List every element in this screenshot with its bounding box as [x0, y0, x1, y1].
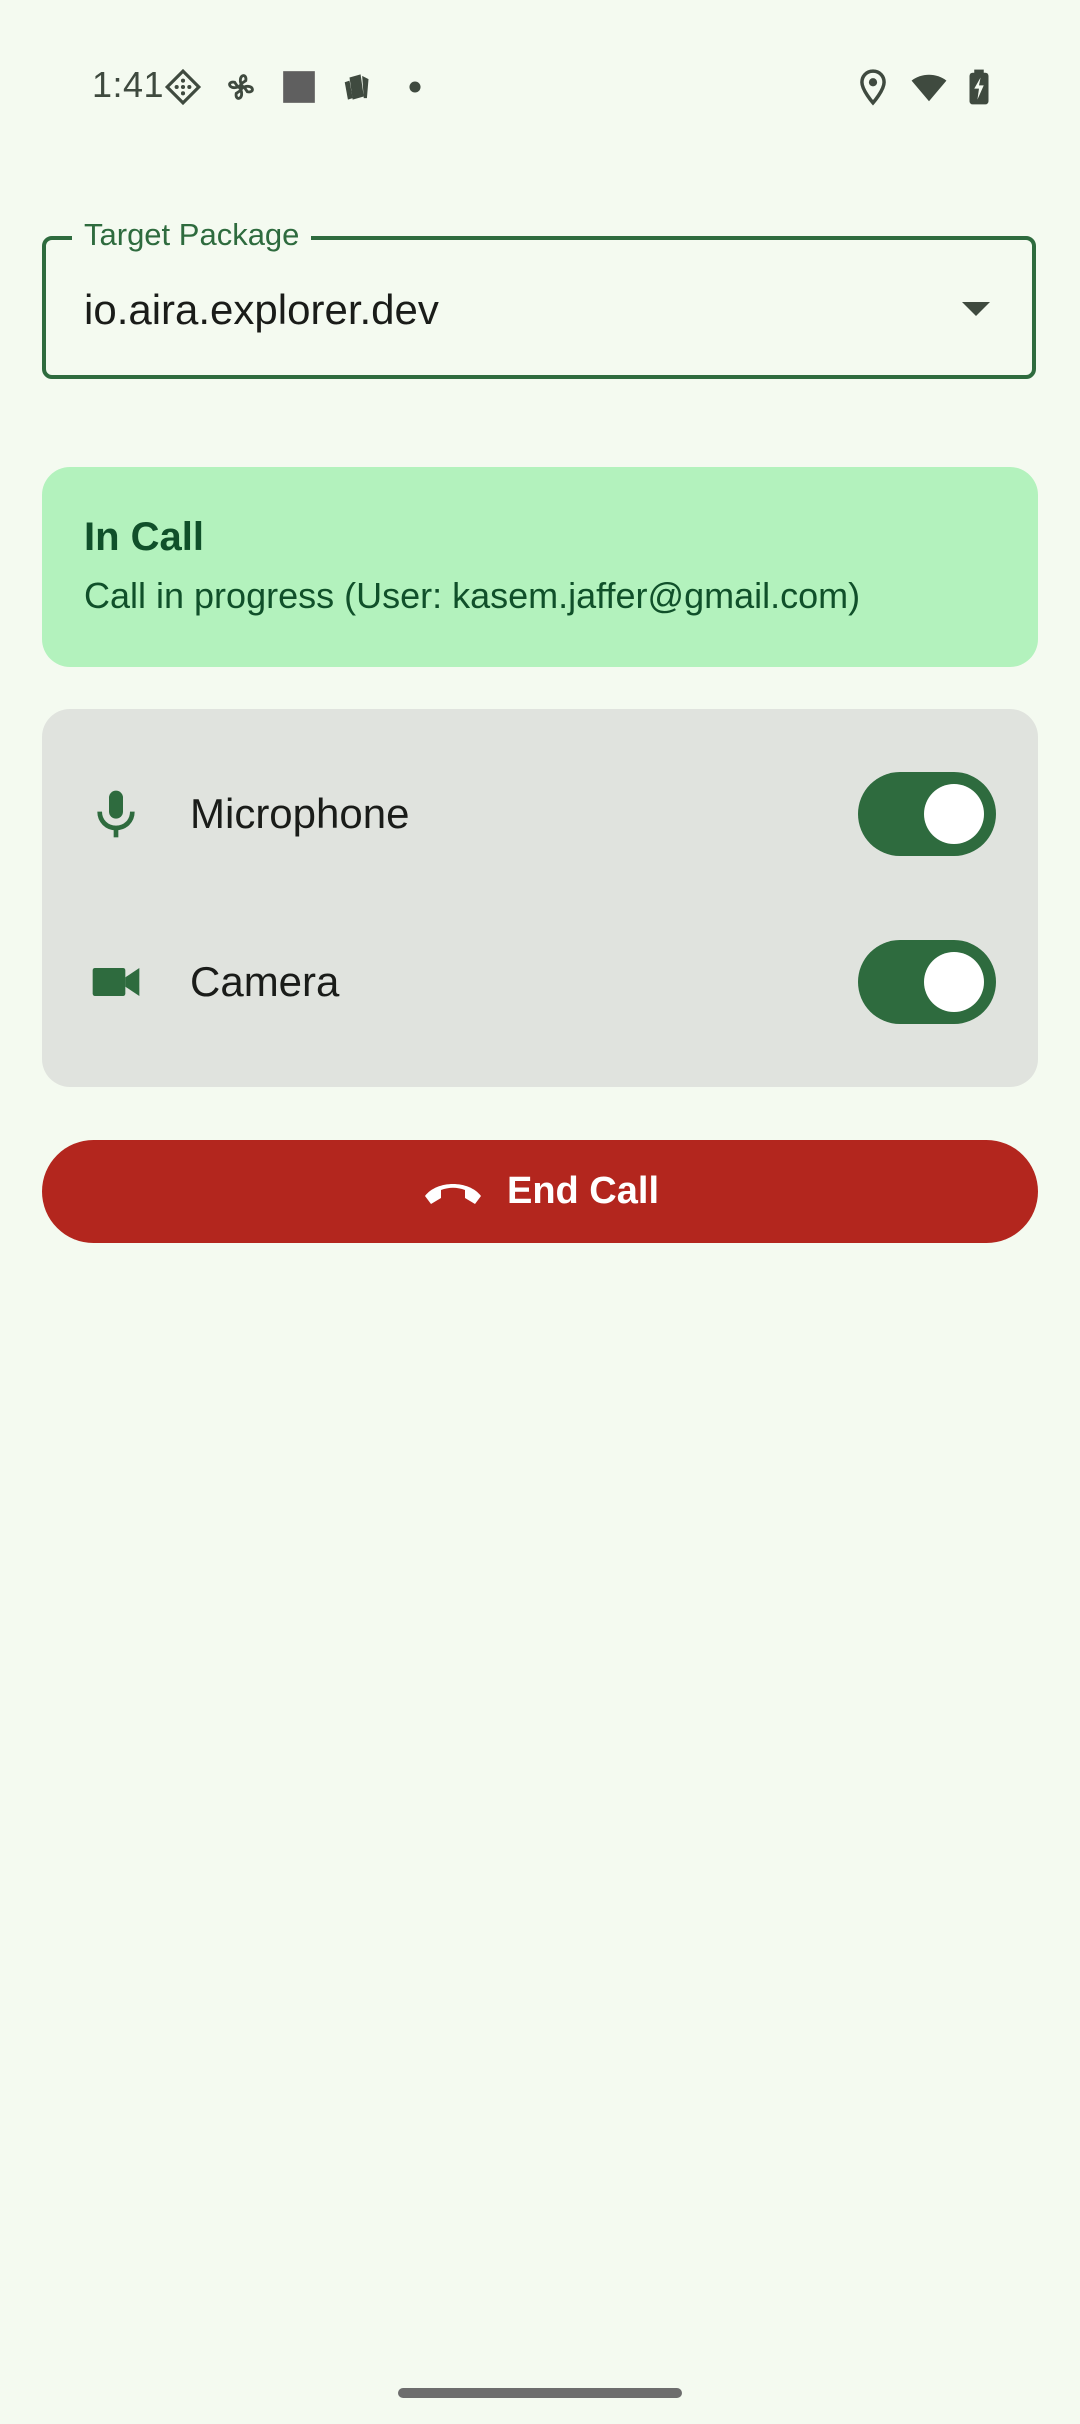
target-package-value[interactable]: io.aira.explorer.dev [84, 282, 439, 338]
call-status-title: In Call [84, 515, 205, 559]
microphone-toggle-thumb [924, 784, 984, 844]
end-call-label: End Call [506, 1170, 660, 1212]
location-icon [860, 69, 886, 106]
battery-charging-icon [969, 69, 989, 105]
microphone-toggle[interactable] [858, 772, 996, 856]
microphone-label: Microphone [190, 790, 410, 837]
square-app-icon [283, 71, 315, 103]
call-status-card: In Call Call in progress (User: kasem.ja… [42, 467, 1038, 667]
hang-up-icon [424, 1183, 481, 1204]
microphone-icon [97, 790, 135, 838]
status-time: 1:41 [92, 64, 165, 105]
dot-icon [409, 81, 421, 93]
dropdown-arrow-icon[interactable] [962, 302, 990, 316]
camera-toggle[interactable] [858, 940, 996, 1024]
microphone-row: Microphone [42, 730, 1038, 898]
camera-label: Camera [190, 958, 340, 1005]
call-status-message: Call in progress (User: kasem.jaffer@gma… [84, 575, 861, 616]
fan-icon [228, 74, 254, 100]
media-controls-card: Microphone Camera [42, 709, 1038, 1087]
status-bar: 1:41 [0, 0, 1080, 176]
wifi-icon [911, 74, 947, 102]
diamond-grid-icon [164, 68, 202, 106]
camera-toggle-thumb [924, 952, 984, 1012]
target-package-label: Target Package [72, 215, 312, 255]
camera-row: Camera [42, 898, 1038, 1066]
end-call-button[interactable]: End Call [42, 1140, 1038, 1243]
video-camera-icon [92, 968, 140, 996]
gesture-nav-bar[interactable] [398, 2388, 682, 2398]
cards-icon [344, 74, 369, 100]
